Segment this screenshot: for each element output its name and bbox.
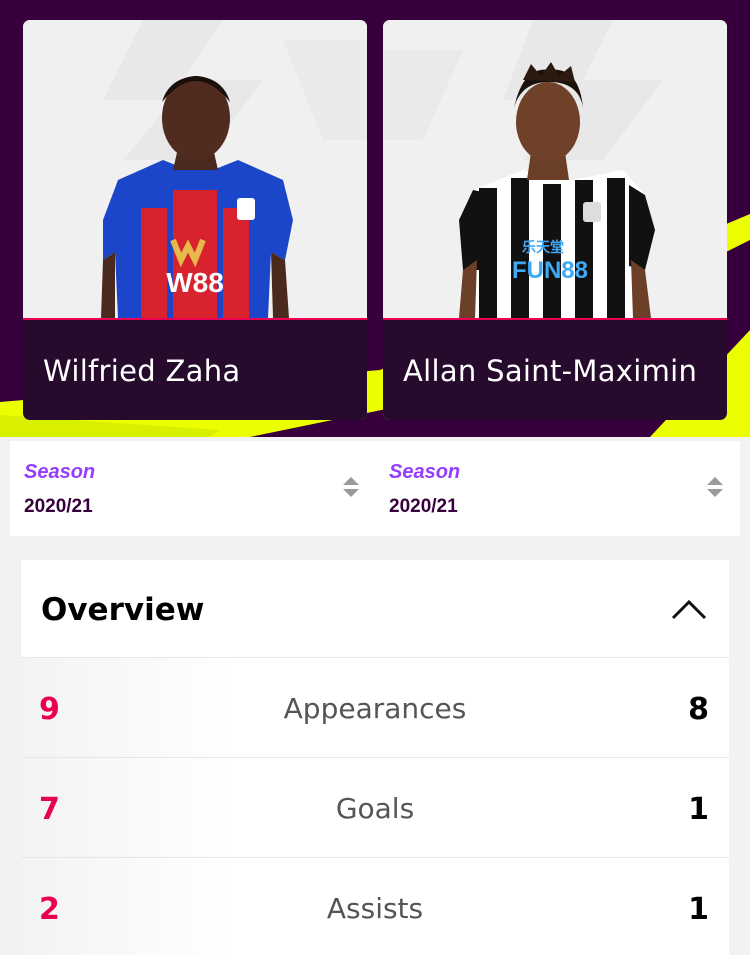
chevron-up-icon[interactable] [669,596,709,624]
kit-sponsor-chinese: 乐天堂 [522,239,564,256]
overview-header[interactable]: Overview [21,560,729,658]
player-photo-zaha: W88 [23,20,367,318]
sort-updown-icon [707,477,723,497]
stat-value-right: 8 [688,692,709,727]
player-name-bar: Wilfried Zaha [23,318,367,420]
kit-sponsor-w88: W88 [166,267,224,298]
player-card-zaha[interactable]: W88 Wilfried Zaha [23,20,367,420]
sort-updown-icon [343,477,359,497]
overview-panel: Overview 9 Appearances 8 7 Goals 1 2 Ass… [21,560,729,955]
stat-name: Assists [326,892,424,925]
stat-row-goals: 7 Goals 1 [21,758,729,858]
player-name-right: Allan Saint-Maximin [403,354,698,388]
stat-name: Goals [335,792,415,825]
player-comparison-hero: W88 Wilfried Zaha 乐天堂 FUN88 Allan Saint-… [0,0,750,437]
stat-value-right: 1 [688,792,709,827]
player-card-saint-maximin[interactable]: 乐天堂 FUN88 Allan Saint-Maximin [383,20,727,420]
player-name-bar: Allan Saint-Maximin [383,318,727,420]
player-photo-saint-maximin: 乐天堂 FUN88 [383,20,727,318]
stat-name: Appearances [283,692,467,725]
player-name-left: Wilfried Zaha [43,354,241,388]
stat-value-right: 1 [688,892,709,927]
kit-sponsor-fun88: FUN88 [512,257,588,284]
season-selector-row: Season 2020/21 Season 2020/21 [10,441,740,536]
stat-row-assists: 2 Assists 1 [21,858,729,955]
overview-title: Overview [41,592,205,628]
season-select-right[interactable]: Season 2020/21 [375,441,735,536]
season-label: Season [389,461,461,483]
stat-row-appearances: 9 Appearances 8 [21,658,729,758]
season-value: 2020/21 [389,496,458,517]
season-select-left[interactable]: Season 2020/21 [10,441,370,536]
season-label: Season [24,461,96,483]
season-value: 2020/21 [24,496,93,517]
